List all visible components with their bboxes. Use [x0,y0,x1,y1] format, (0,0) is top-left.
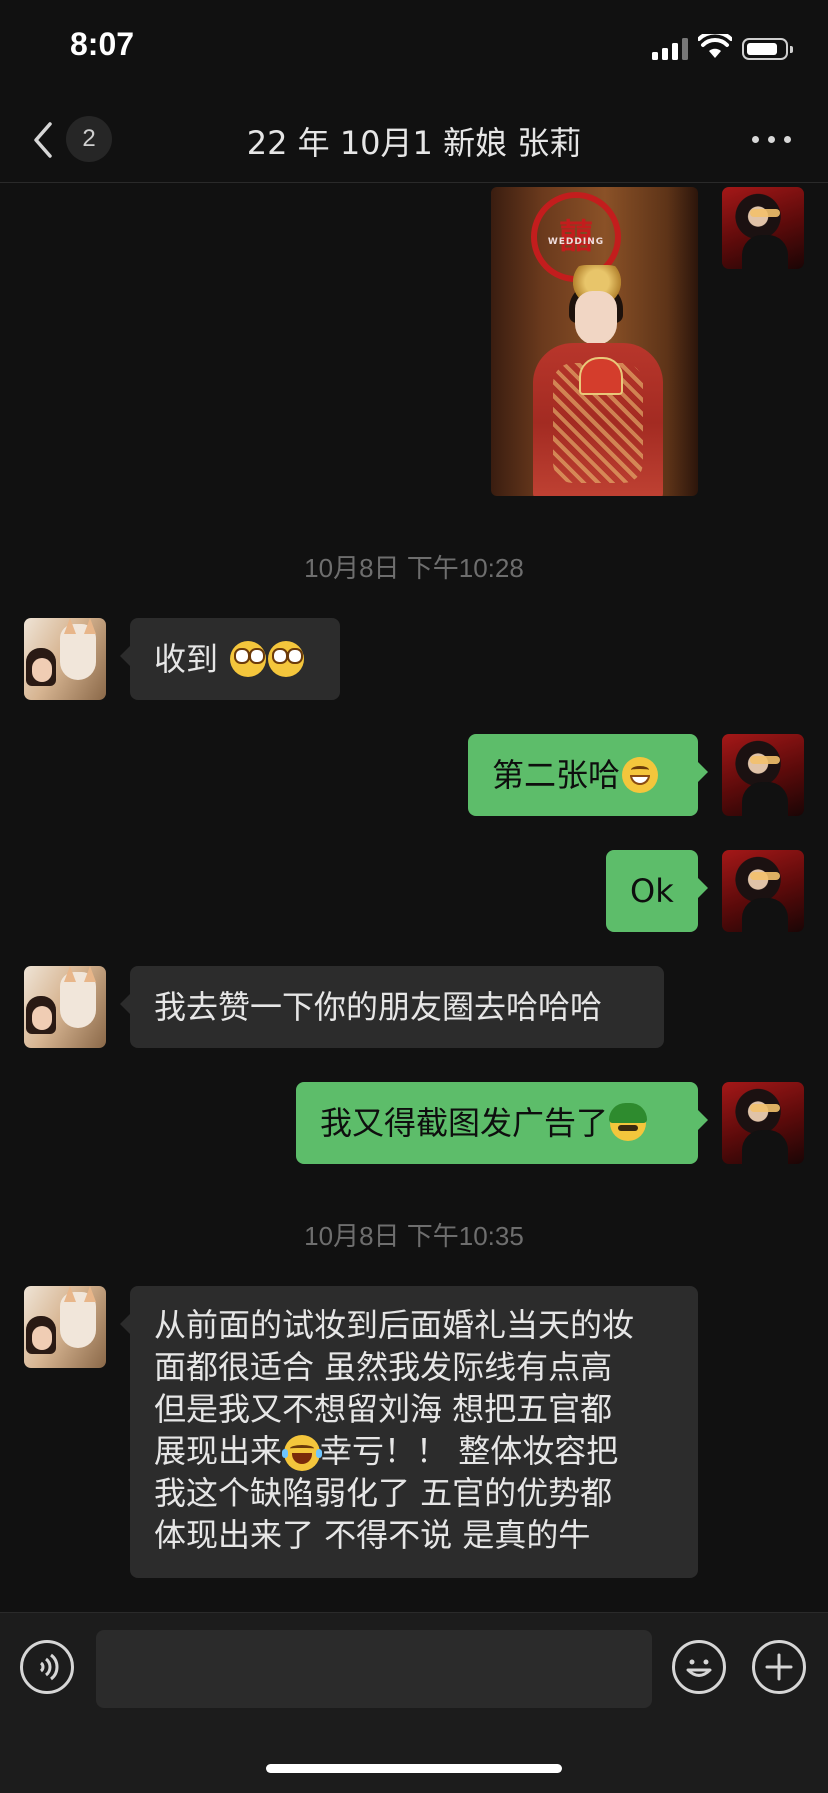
timestamp: 10月8日 下午10:28 [304,553,524,583]
message-text: 我又得截图发广告了 [320,1103,609,1142]
message-bubble-outgoing[interactable]: Ok [606,850,708,932]
message-text: Ok [630,871,674,910]
message-text: 第二张哈 [492,755,621,794]
my-avatar[interactable] [722,734,804,816]
wedding-photo-message[interactable]: 囍 WEDDING [491,187,698,496]
message-input[interactable] [96,1630,652,1708]
voice-input-icon[interactable] [20,1640,74,1694]
contact-avatar[interactable] [24,618,106,700]
back-chevron-icon[interactable] [28,120,58,160]
green-helmet-emoji-icon [609,1103,648,1141]
contact-avatar[interactable] [24,966,106,1048]
status-time: 8:07 [70,26,135,62]
message-bubble-outgoing[interactable]: 第二张哈 [468,734,708,816]
tears-of-joy-emoji-icon [282,1435,323,1471]
photo-wedding-text: WEDDING [547,237,605,247]
emoji-picker-icon[interactable] [672,1640,726,1694]
grinning-face-emoji-icon [622,757,659,793]
my-avatar[interactable] [722,187,804,269]
message-bubble-incoming[interactable]: 从前面的试妆到后面婚礼当天的妆 面都很适合 虽然我发际线有点高 但是我又不想留刘… [120,1286,698,1578]
message-bubble-incoming[interactable]: 收到 [120,618,340,700]
more-actions-plus-icon[interactable] [752,1640,806,1694]
message-bubble-outgoing[interactable]: 我又得截图发广告了 [296,1082,708,1164]
timestamp: 10月8日 下午10:35 [304,1221,524,1251]
header-divider [0,182,828,183]
home-indicator[interactable] [266,1764,562,1773]
message-bubble-incoming[interactable]: 我去赞一下你的朋友圈去哈哈哈 [120,966,664,1048]
flushed-face-emoji-icon [268,641,305,677]
message-text: 收到 [154,639,219,678]
my-avatar[interactable] [722,850,804,932]
message-text: 我去赞一下你的朋友圈去哈哈哈 [154,987,603,1026]
flushed-face-emoji-icon [230,641,267,677]
my-avatar[interactable] [722,1082,804,1164]
more-options-icon[interactable] [752,132,792,146]
contact-avatar[interactable] [24,1286,106,1368]
unread-count-badge[interactable]: 2 [66,116,112,162]
chat-title: 22 年 10月1 新娘 张莉 [246,124,582,162]
wifi-icon [698,34,732,58]
battery-icon [742,38,793,60]
cellular-signal-icon [652,38,688,60]
